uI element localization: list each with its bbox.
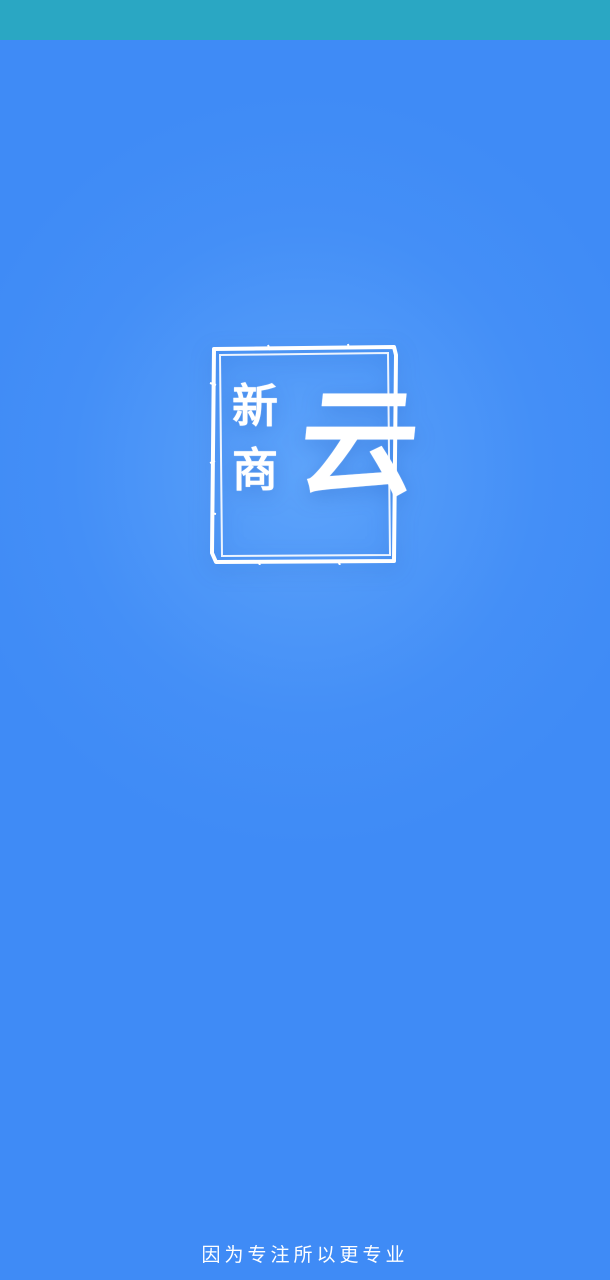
logo-char-xin: 新 [232, 379, 278, 433]
splash-screen: 新 商 云 因为专注所以更专业 [0, 40, 610, 1280]
logo-char-yun: 云 [292, 374, 426, 513]
logo-char-shang: 商 [232, 443, 278, 497]
slogan-text: 因为专注所以更专业 [201, 1244, 409, 1266]
seal-logo-icon: 新 商 云 [208, 343, 425, 565]
status-bar [0, 0, 610, 40]
